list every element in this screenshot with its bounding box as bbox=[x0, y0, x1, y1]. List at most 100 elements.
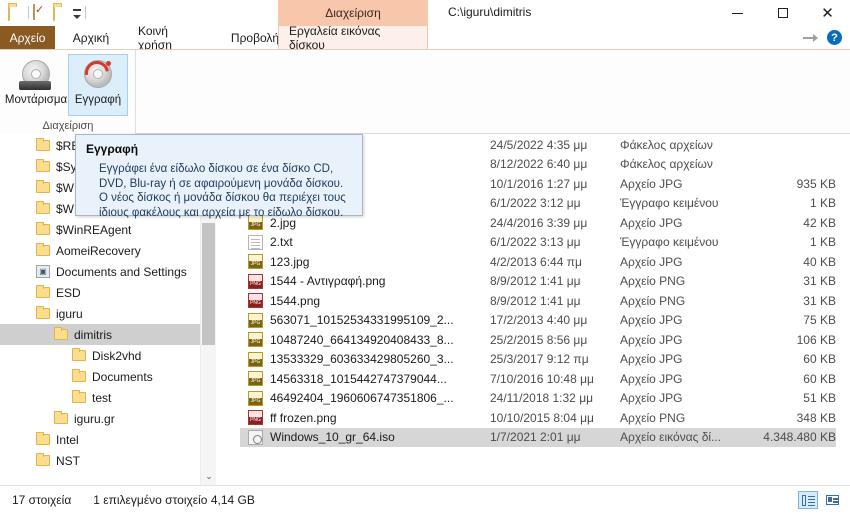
help-icon[interactable]: ? bbox=[827, 30, 842, 45]
file-date-cell: 24/4/2016 3:39 μμ bbox=[490, 215, 588, 230]
folder-icon bbox=[36, 159, 50, 172]
view-tiles-button[interactable] bbox=[822, 491, 842, 509]
tree-item-disk2vhd[interactable]: Disk2vhd bbox=[0, 345, 200, 366]
table-row[interactable]: 123.jpg 4/2/2013 6:44 πμ Αρχείο JPG 40 KB bbox=[240, 252, 836, 272]
table-row[interactable]: 13533329_603633429805260_3... 25/3/2017 9… bbox=[240, 350, 836, 370]
ribbon: Μοντάρισμα Εγγραφή Διαχείριση bbox=[0, 50, 850, 134]
tree-item-label: $W bbox=[56, 201, 74, 216]
chevron-down-icon[interactable] bbox=[73, 9, 81, 19]
tree-item-esd[interactable]: ESD bbox=[0, 282, 200, 303]
tree-item-label: Documents and Settings bbox=[56, 264, 187, 279]
tab-share[interactable]: Κοινή χρήση bbox=[128, 24, 214, 52]
file-type-cell: Αρχείο JPG bbox=[620, 254, 683, 269]
tree-item-label: Intel bbox=[56, 432, 79, 447]
tree-item-documents[interactable]: Documents bbox=[0, 366, 200, 387]
tree-item-winreagent[interactable]: $WinREAgent bbox=[0, 219, 200, 240]
tiles-view-icon bbox=[825, 495, 839, 505]
jpg-file-icon bbox=[248, 312, 263, 328]
tree-item-label: Documents bbox=[92, 369, 153, 384]
tab-disc-image-tools[interactable]: Εργαλεία εικόνας δίσκου bbox=[278, 24, 428, 52]
txt-file-icon bbox=[248, 234, 263, 250]
ribbon-group-label: Διαχείριση bbox=[42, 120, 94, 132]
file-name-label: 46492404_1960606747351806_... bbox=[270, 391, 454, 406]
scrollbar-thumb[interactable] bbox=[202, 223, 215, 345]
collapse-ribbon-icon[interactable] bbox=[803, 31, 819, 45]
tab-file[interactable]: Αρχείο bbox=[0, 26, 55, 50]
burn-button-label: Εγγραφή bbox=[74, 94, 122, 106]
table-row[interactable]: 563071_10152534331995109_2... 17/2/2013 4… bbox=[240, 311, 836, 331]
tree-item-nst[interactable]: NST bbox=[0, 450, 200, 471]
file-name-cell: 14563318_1015442747379044... bbox=[240, 371, 490, 387]
ribbon-tab-strip: Αρχείο Αρχική Κοινή χρήση Προβολή Εργαλε… bbox=[0, 24, 850, 52]
file-size-cell: 42 KB bbox=[803, 215, 836, 230]
view-details-button[interactable] bbox=[798, 491, 818, 509]
scrollbar-down-arrow[interactable]: ⌄ bbox=[201, 468, 217, 485]
file-date-cell: 17/2/2013 4:40 μμ bbox=[490, 313, 588, 328]
table-row[interactable]: 2.txt 6/1/2022 3:13 μμ Έγγραφο κειμένου 1 K… bbox=[240, 233, 836, 253]
file-name-cell: 2.txt bbox=[240, 234, 490, 250]
file-name-cell: 13533329_603633429805260_3... bbox=[240, 351, 490, 367]
folder-icon bbox=[72, 390, 86, 403]
folder-icon bbox=[36, 432, 50, 445]
file-type-cell: Φάκελος αρχείων bbox=[620, 157, 713, 172]
maximize-button[interactable] bbox=[760, 0, 805, 26]
file-name-label: 1544 - Αντιγραφή.png bbox=[270, 274, 386, 289]
new-folder-icon[interactable] bbox=[53, 4, 69, 21]
folder-icon[interactable] bbox=[8, 4, 24, 21]
file-type-cell: Αρχείο PNG bbox=[620, 274, 686, 289]
tree-item-label: $Sy bbox=[56, 159, 77, 174]
png-file-icon bbox=[248, 293, 263, 309]
file-date-cell: 6/1/2022 3:12 μμ bbox=[490, 196, 581, 211]
table-row[interactable]: 14563318_1015442747379044... 7/10/2016 10… bbox=[240, 369, 836, 389]
tree-item-test[interactable]: test bbox=[0, 387, 200, 408]
quick-access-toolbar bbox=[8, 4, 86, 21]
file-size-cell: 60 KB bbox=[803, 352, 836, 367]
file-name-label: 10487240_664134920408433_8... bbox=[270, 332, 454, 347]
jpg-file-icon bbox=[248, 371, 263, 387]
tab-home[interactable]: Αρχική bbox=[62, 26, 120, 50]
file-size-cell: 31 KB bbox=[803, 274, 836, 289]
tree-item-dimitris[interactable]: dimitris bbox=[0, 324, 200, 345]
file-type-cell: Αρχείο JPG bbox=[620, 176, 683, 191]
folder-icon bbox=[36, 180, 50, 193]
tree-item-documents-and-settings[interactable]: ▣ Documents and Settings bbox=[0, 261, 200, 282]
tab-share-label: Κοινή χρήση bbox=[138, 24, 172, 52]
status-item-count: 17 στοιχεία bbox=[12, 493, 72, 507]
table-row[interactable]: Windows_10_gr_64.iso 1/7/2021 2:01 μμ Αρχε… bbox=[240, 427, 836, 447]
burn-disc-icon bbox=[80, 56, 115, 90]
tab-disc-image-tools-label: Εργαλεία εικόνας δίσκου bbox=[289, 24, 381, 52]
file-type-cell: Έγγραφο κειμένου bbox=[620, 196, 719, 211]
table-row[interactable]: ff frozen.png 10/10/2015 8:04 μμ Αρχείο PN… bbox=[240, 408, 836, 428]
file-size-cell: 1 KB bbox=[809, 196, 836, 211]
file-type-cell: Αρχείο JPG bbox=[620, 371, 683, 386]
folder-icon bbox=[36, 201, 50, 214]
table-row[interactable]: 10487240_664134920408433_8... 25/2/2015 8… bbox=[240, 330, 836, 350]
file-type-cell: Αρχείο JPG bbox=[620, 391, 683, 406]
iso-file-icon bbox=[248, 429, 263, 445]
tree-item-label: test bbox=[92, 390, 112, 405]
file-type-cell: Έγγραφο κειμένου bbox=[620, 235, 719, 250]
burn-button[interactable]: Εγγραφή bbox=[68, 54, 128, 116]
folder-icon bbox=[36, 306, 50, 319]
table-row[interactable]: 1544.png 8/9/2012 1:41 μμ Αρχείο PNG 31 KB bbox=[240, 291, 836, 311]
minimize-button[interactable] bbox=[715, 0, 760, 26]
tree-item-aomeirecovery[interactable]: AomeiRecovery bbox=[0, 240, 200, 261]
file-explorer-window: Διαχείριση C:\iguru\dimitris ✕ Αρχείο Αρ… bbox=[0, 0, 850, 514]
file-name-label: ff frozen.png bbox=[270, 410, 337, 425]
folder-icon bbox=[36, 285, 50, 298]
tree-item-iguru-gr[interactable]: iguru.gr bbox=[0, 408, 200, 429]
mount-button[interactable]: Μοντάρισμα bbox=[5, 54, 67, 116]
tree-item-intel[interactable]: Intel bbox=[0, 429, 200, 450]
properties-icon[interactable] bbox=[33, 4, 49, 20]
file-type-cell: Αρχείο PNG bbox=[620, 410, 686, 425]
shortcut-folder-icon: ▣ bbox=[36, 265, 50, 278]
tree-item-iguru[interactable]: iguru bbox=[0, 303, 200, 324]
table-row[interactable]: 1544 - Αντιγραφή.png 8/9/2012 1:41 μμ Αρχε… bbox=[240, 272, 836, 292]
file-name-cell: 563071_10152534331995109_2... bbox=[240, 312, 490, 328]
file-size-cell: 31 KB bbox=[803, 293, 836, 308]
table-row[interactable]: 46492404_1960606747351806_... 24/11/2018 … bbox=[240, 389, 836, 409]
file-date-cell: 10/10/2015 8:04 μμ bbox=[490, 410, 594, 425]
png-file-icon bbox=[248, 273, 263, 289]
close-button[interactable]: ✕ bbox=[805, 0, 850, 26]
file-type-cell: Αρχείο JPG bbox=[620, 352, 683, 367]
